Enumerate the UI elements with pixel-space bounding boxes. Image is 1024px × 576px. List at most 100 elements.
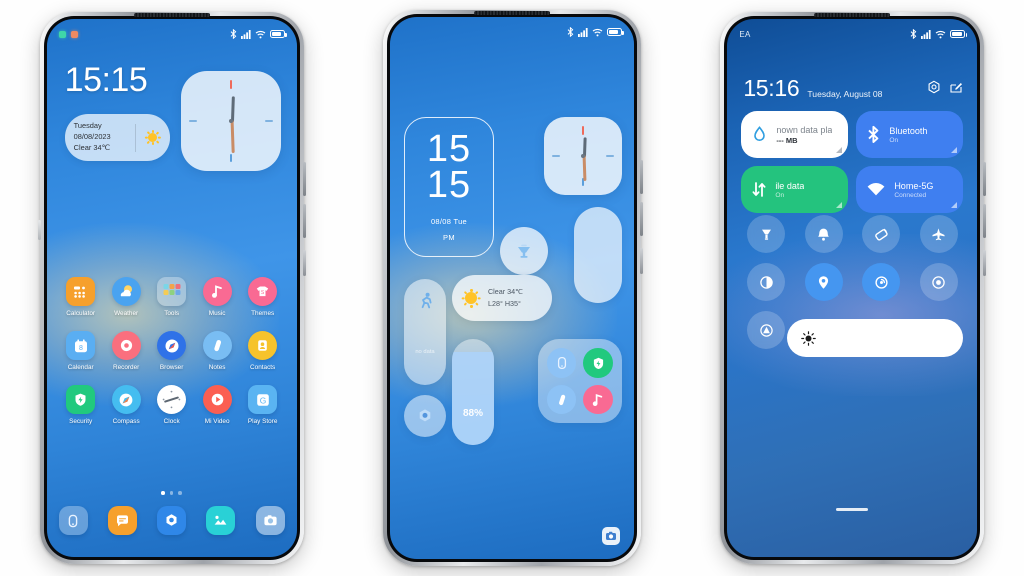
notes-folder-icon[interactable] xyxy=(546,385,577,414)
weather-widget[interactable]: Clear 34℃ L28° H35° xyxy=(451,275,552,321)
date-weather-text: Tuesday 08/08/2023 Clear 34℃ xyxy=(65,121,135,154)
mobile-data-tile[interactable]: ile data On xyxy=(741,166,849,213)
bluetooth-tile[interactable]: Bluetooth On xyxy=(856,111,964,158)
settings-gear-icon xyxy=(419,409,431,422)
app-contacts[interactable]: Contacts xyxy=(241,331,285,371)
flashlight-toggle[interactable] xyxy=(747,215,786,253)
big-clock-widget[interactable]: 15 15 08/08 Tue PM xyxy=(403,117,494,257)
battery-widget[interactable]: 88% xyxy=(451,339,494,445)
tile-text: Home-5G Connected xyxy=(894,181,933,199)
tile-subtitle: On xyxy=(889,136,899,144)
tile-expand-corner[interactable] xyxy=(951,202,958,208)
brightness-row-spacer xyxy=(741,319,779,357)
dock xyxy=(58,506,285,535)
app-clock[interactable]: Clock xyxy=(150,385,194,425)
tile-text: Bluetooth On xyxy=(889,126,927,144)
clock-icon xyxy=(157,385,187,414)
running-person-icon xyxy=(421,292,432,309)
gallery-dock-icon[interactable] xyxy=(206,506,236,535)
volume-up-button[interactable] xyxy=(302,162,306,196)
volume-down-button[interactable] xyxy=(983,204,987,238)
app-play-store[interactable]: G Play Store xyxy=(241,385,285,425)
page-dot-3[interactable] xyxy=(178,491,183,495)
tile-subtitle: --- MB xyxy=(776,135,798,145)
tick-9-icon xyxy=(188,120,197,122)
tile-expand-corner[interactable] xyxy=(836,147,843,153)
volume-up-button[interactable] xyxy=(639,160,643,194)
music-folder-icon[interactable] xyxy=(583,385,613,414)
cc-date: Tuesday, August 08 xyxy=(807,89,883,99)
app-label: Mi Video xyxy=(204,418,230,425)
scene-root: 15:15 Tuesday 08/08/2023 Clear 34℃ Calcu… xyxy=(0,0,1024,576)
camera-shortcut[interactable] xyxy=(601,527,620,545)
control-center-screen: EA 15:16 Tuesday, August 08 nown data pl… xyxy=(727,19,978,557)
power-button[interactable] xyxy=(639,248,643,274)
app-grid: Calculator Weather Tools Music S Themes … xyxy=(59,277,285,439)
app-recorder[interactable]: Recorder xyxy=(104,331,148,371)
home-indicator[interactable] xyxy=(836,507,869,511)
volume-up-button[interactable] xyxy=(983,162,987,196)
cc-settings-button[interactable] xyxy=(927,80,941,102)
power-button[interactable] xyxy=(302,250,306,276)
contacts-icon xyxy=(248,331,278,360)
compass-icon xyxy=(111,385,141,414)
folder-widget[interactable] xyxy=(537,339,622,423)
silent-toggle[interactable] xyxy=(804,215,843,253)
screen-record-toggle[interactable] xyxy=(919,263,958,301)
app-calculator[interactable]: Calculator xyxy=(59,277,103,317)
security-shield-icon xyxy=(66,385,96,414)
app-label: Tools xyxy=(164,310,180,317)
wifi-tile[interactable]: Home-5G Connected xyxy=(856,166,964,213)
page-dot-1[interactable] xyxy=(161,491,165,495)
lamp-widget[interactable] xyxy=(499,227,548,275)
analog-clock-widget[interactable] xyxy=(180,71,281,171)
app-compass[interactable]: Compass xyxy=(104,385,148,425)
app-tools[interactable]: Tools xyxy=(150,277,194,317)
volume-down-button[interactable] xyxy=(302,204,306,238)
steps-widget[interactable]: no data xyxy=(403,279,446,385)
settings-shortcut-widget[interactable] xyxy=(403,395,446,437)
status-bar: EA xyxy=(727,19,977,43)
app-label: Compass xyxy=(112,418,140,425)
app-security[interactable]: Security xyxy=(59,385,103,425)
settings-dock-icon[interactable] xyxy=(157,506,187,535)
phone-dock-icon[interactable] xyxy=(58,506,88,535)
app-themes[interactable]: S Themes xyxy=(241,277,285,317)
bluetooth-icon xyxy=(230,29,236,39)
app-mi-video[interactable]: Mi Video xyxy=(195,385,239,425)
carrier-label: EA xyxy=(739,29,751,39)
phone-folder-icon[interactable] xyxy=(546,348,577,378)
volume-down-button[interactable] xyxy=(639,202,643,236)
analog-clock-widget[interactable] xyxy=(543,117,622,195)
power-button[interactable] xyxy=(983,250,987,276)
data-usage-tile[interactable]: nown data pla --- MB xyxy=(741,111,849,158)
wifi-icon xyxy=(255,30,266,38)
cc-time: 15:16 xyxy=(743,75,800,101)
app-row-1: Calculator Weather Tools Music S Themes xyxy=(59,277,285,317)
security-folder-icon[interactable] xyxy=(583,348,613,378)
location-toggle[interactable] xyxy=(804,263,843,301)
camera-dock-icon[interactable] xyxy=(255,506,285,535)
home-screen: 15:15 Tuesday 08/08/2023 Clear 34℃ Calcu… xyxy=(46,19,297,557)
tools-folder-icon xyxy=(157,277,187,306)
tile-expand-corner[interactable] xyxy=(836,202,843,208)
app-calendar[interactable]: 8 Calendar xyxy=(59,331,103,371)
date-weather-widget[interactable]: Tuesday 08/08/2023 Clear 34℃ xyxy=(64,114,170,161)
messages-dock-icon[interactable] xyxy=(107,506,137,535)
battery-percent: 88% xyxy=(462,408,483,419)
cc-edit-button[interactable] xyxy=(949,80,963,102)
app-music[interactable]: Music xyxy=(195,277,239,317)
app-weather[interactable]: Weather xyxy=(104,277,148,317)
blank-widget-tall[interactable] xyxy=(573,207,622,303)
brightness-slider[interactable] xyxy=(787,319,964,357)
auto-rotate-toggle[interactable] xyxy=(862,215,901,253)
app-browser[interactable]: Browser xyxy=(150,331,194,371)
tile-expand-corner[interactable] xyxy=(951,147,958,153)
cast-toggle[interactable] xyxy=(862,263,901,301)
weather-text: Clear 34℃ L28° H35° xyxy=(488,286,523,310)
app-notes[interactable]: Notes xyxy=(195,331,239,371)
page-dot-2[interactable] xyxy=(169,491,174,495)
dark-mode-toggle[interactable] xyxy=(747,263,786,301)
airplane-toggle[interactable] xyxy=(919,215,958,253)
weather-range: L28° H35° xyxy=(487,299,521,308)
